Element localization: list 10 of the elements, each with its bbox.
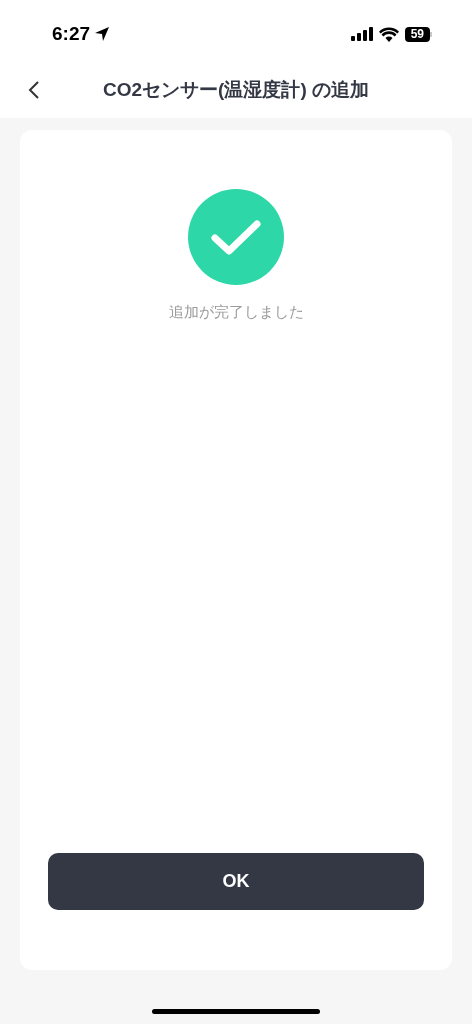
signal-icon (350, 27, 373, 41)
location-icon (94, 26, 111, 42)
status-time: 6:27 (52, 21, 91, 46)
page-title: CO2センサー(温湿度計) の追加 (103, 77, 369, 102)
ok-button[interactable]: OK (48, 853, 424, 910)
battery-level: 59 (404, 26, 430, 42)
success-message: 追加が完了しました (168, 302, 304, 322)
back-icon (28, 80, 40, 100)
success-check-icon (188, 189, 284, 285)
wifi-icon (378, 26, 399, 42)
